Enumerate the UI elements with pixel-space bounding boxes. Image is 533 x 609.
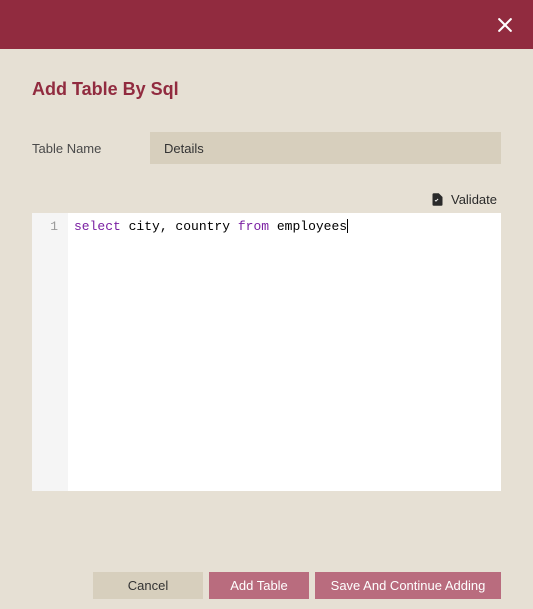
table-name-label: Table Name	[32, 141, 150, 156]
dialog-title: Add Table By Sql	[32, 79, 501, 100]
validate-label: Validate	[451, 192, 497, 207]
table-name-row: Table Name	[32, 132, 501, 164]
cancel-button[interactable]: Cancel	[93, 572, 203, 599]
close-icon	[495, 15, 515, 35]
sql-editor[interactable]: 1 select city, country from employees	[32, 213, 501, 491]
dialog-content: Add Table By Sql Table Name Validate 1 s…	[0, 49, 533, 491]
titlebar	[0, 0, 533, 49]
table-name-input[interactable]	[150, 132, 501, 164]
add-table-button[interactable]: Add Table	[209, 572, 309, 599]
line-number: 1	[32, 219, 58, 234]
sql-code-area[interactable]: select city, country from employees	[68, 213, 501, 491]
line-gutter: 1	[32, 213, 68, 491]
validate-button[interactable]: Validate	[430, 192, 497, 207]
dialog-footer: Cancel Add Table Save And Continue Addin…	[0, 561, 533, 609]
validate-row: Validate	[32, 192, 501, 207]
validate-icon	[430, 192, 445, 207]
save-continue-button[interactable]: Save And Continue Adding	[315, 572, 501, 599]
close-button[interactable]	[487, 7, 523, 43]
